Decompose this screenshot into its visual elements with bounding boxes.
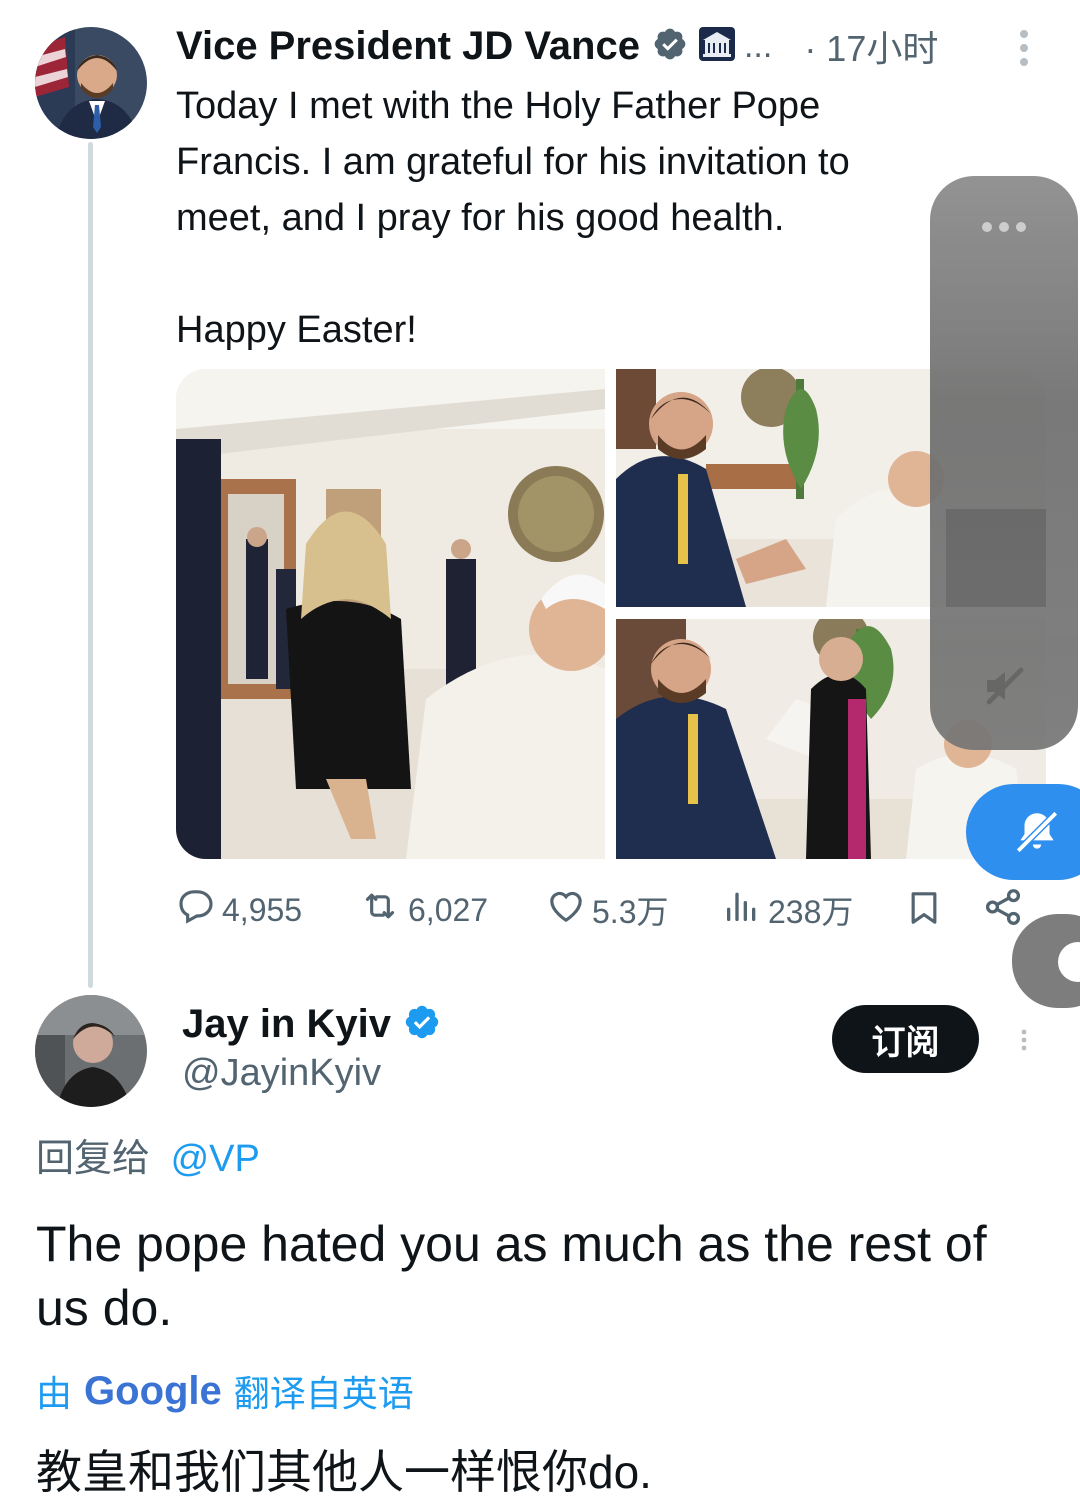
reply-author-header: Jay in Kyiv [182,1000,441,1048]
floating-control-panel[interactable] [930,176,1078,750]
reply-author-handle[interactable]: @JayinKyiv [182,1050,381,1096]
more-vertical-icon[interactable] [1012,1020,1036,1060]
white-house-icon [698,26,736,67]
share-icon[interactable] [982,886,1024,928]
tweet-timestamp[interactable]: · 17小时 [804,20,938,72]
replying-to-prefix: 回复给 [36,1138,151,1180]
views-button[interactable]: 238万 [722,886,853,934]
reply-button[interactable]: 4,955 [176,886,302,934]
repost-icon [358,886,402,934]
media-grid [176,369,1046,859]
photo-1[interactable] [176,369,605,859]
author-avatar[interactable] [35,27,147,139]
like-count: 5.3万 [592,894,669,930]
more-horizontal-icon[interactable] [980,220,1028,239]
reply-author-name[interactable]: Jay in Kyiv [182,1004,391,1044]
author-header: Vice President JD Vance ... · 17小时 [176,22,938,70]
thread-connector-line [88,142,93,988]
tweet-text: Today I met with the Holy Father Pope Fr… [176,85,850,351]
author-name[interactable]: Vice President JD Vance [176,26,640,66]
tweet-action-bar: 4,955 6,027 5.3万 238万 [176,886,1036,936]
more-vertical-icon[interactable] [1012,28,1036,68]
translated-text: 教皇和我们其他人一样恨你do. [36,1446,652,1498]
subscribe-button[interactable]: 订阅 [832,1005,979,1073]
reply-text: The pope hated you as much as the rest o… [36,1216,987,1336]
repost-button[interactable]: 6,027 [358,886,488,934]
repost-count: 6,027 [408,891,489,928]
bell-off-icon [1012,806,1062,863]
like-button[interactable]: 5.3万 [546,886,669,934]
bookmark-icon[interactable] [904,886,944,930]
verified-badge-icon [652,26,688,67]
mute-notifications-button[interactable] [966,784,1080,880]
side-button-knob [1058,942,1080,982]
views-icon [722,886,762,934]
translate-suffix: 翻译自英语 [233,1373,414,1414]
reply-author-avatar[interactable] [35,995,147,1107]
like-icon [546,886,586,934]
verified-badge-icon [403,1003,441,1046]
reply-icon [176,886,216,934]
mute-icon[interactable] [980,662,1030,715]
translate-prefix: 由 [36,1373,73,1414]
google-logo: Google [84,1368,222,1413]
views-count: 238万 [768,894,854,930]
replying-to-mention[interactable]: @VP [171,1138,260,1180]
replying-to-line: 回复给 @VP [36,1136,260,1182]
reply-count: 4,955 [222,891,303,928]
affiliation-ellipsis: ... [743,26,773,65]
translation-attribution[interactable]: 由 Google 翻译自英语 [36,1366,414,1416]
